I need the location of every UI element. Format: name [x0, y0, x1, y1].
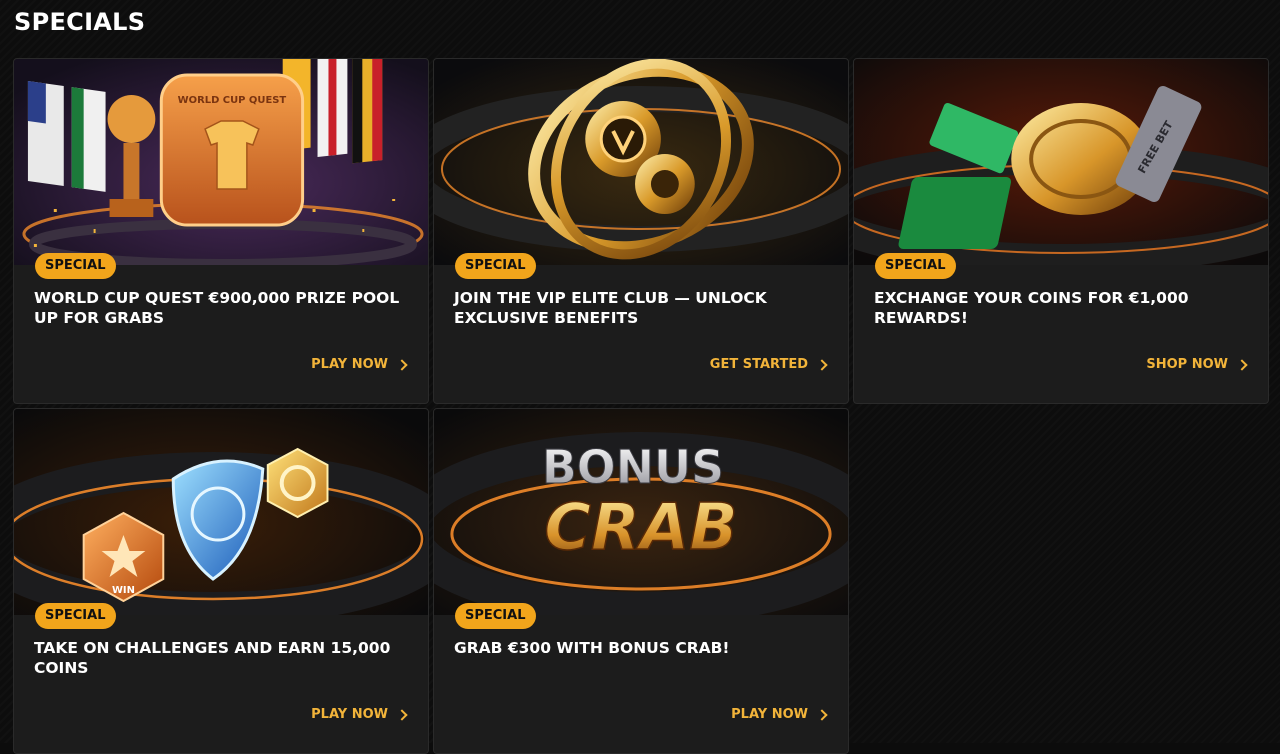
cta-label: GET STARTED — [709, 357, 808, 372]
card-title: TAKE ON CHALLENGES AND EARN 15,000 COINS — [34, 639, 391, 677]
play-now-button[interactable]: PLAY NOW — [731, 707, 828, 722]
special-card-bonus-crab[interactable]: BONUS CRAB SPECIAL GRAB €300 WITH BONUS … — [433, 408, 849, 754]
special-badge: SPECIAL — [875, 253, 956, 279]
chevron-right-icon — [816, 708, 828, 721]
card-title: JOIN THE VIP ELITE CLUB — UNLOCK EXCLUSI… — [454, 289, 767, 327]
coin-shop-art: FREE BET — [854, 59, 1268, 265]
cta-label: PLAY NOW — [731, 707, 808, 722]
special-card-exchange-coins[interactable]: FREE BET SPECIAL EXCHANGE YOUR COINS FOR… — [853, 58, 1269, 404]
special-badge: SPECIAL — [455, 603, 536, 629]
chevron-right-icon — [816, 358, 828, 371]
chevron-right-icon — [396, 708, 408, 721]
world-cup-quest-label: WORLD CUP QUEST — [178, 95, 287, 106]
chevron-right-icon — [1236, 358, 1248, 371]
get-started-button[interactable]: GET STARTED — [709, 357, 828, 372]
card-title: WORLD CUP QUEST €900,000 PRIZE POOL UP F… — [34, 289, 400, 327]
shop-now-button[interactable]: SHOP NOW — [1146, 357, 1248, 372]
bonus-art-label: BONUS — [542, 440, 724, 494]
special-card-vip-elite-club[interactable]: SPECIAL JOIN THE VIP ELITE CLUB — UNLOCK… — [433, 58, 849, 404]
cta-label: SHOP NOW — [1146, 357, 1228, 372]
chevron-right-icon — [396, 358, 408, 371]
card-title: EXCHANGE YOUR COINS FOR €1,000 REWARDS! — [874, 289, 1189, 327]
special-badge: SPECIAL — [35, 603, 116, 629]
play-now-button[interactable]: PLAY NOW — [311, 357, 408, 372]
special-badge: SPECIAL — [455, 253, 536, 279]
cta-label: PLAY NOW — [311, 357, 388, 372]
page-title: SPECIALS — [14, 8, 146, 36]
crab-art-label: CRAB — [544, 491, 738, 565]
card-title: GRAB €300 WITH BONUS CRAB! — [454, 639, 730, 657]
specials-grid: WORLD CUP QUEST SPECIAL WORLD CUP QUEST … — [13, 58, 1269, 754]
cta-label: PLAY NOW — [311, 707, 388, 722]
play-now-button[interactable]: PLAY NOW — [311, 707, 408, 722]
win-label: WIN — [112, 585, 135, 596]
special-card-world-cup-quest[interactable]: WORLD CUP QUEST SPECIAL WORLD CUP QUEST … — [13, 58, 429, 404]
challenges-coins-art: WIN — [14, 409, 428, 615]
world-cup-quest-art: WORLD CUP QUEST — [14, 59, 428, 265]
bonus-crab-art: BONUS CRAB — [434, 409, 848, 615]
vip-gyroscope-art — [434, 59, 848, 265]
special-badge: SPECIAL — [35, 253, 116, 279]
special-card-challenges[interactable]: WIN SPECIAL TAKE ON CHALLENGES AND EARN … — [13, 408, 429, 754]
